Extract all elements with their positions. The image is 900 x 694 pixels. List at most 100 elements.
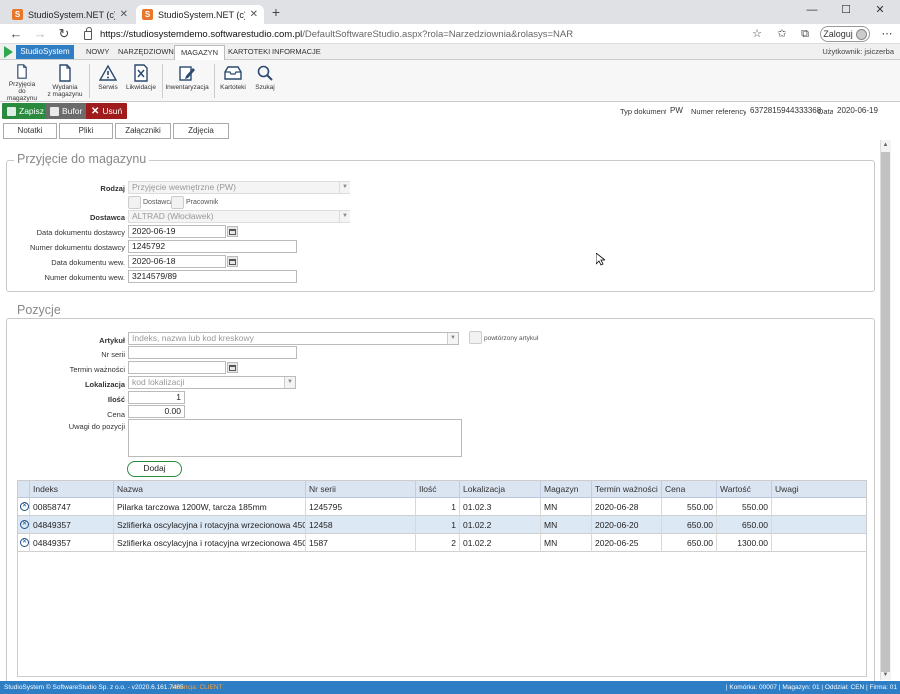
close-tab-icon[interactable]: ✕: [120, 9, 128, 20]
maximize-icon[interactable]: ☐: [830, 2, 862, 18]
remove-row-icon[interactable]: ✕: [20, 538, 29, 547]
ribbon-inwentaryzacja-button[interactable]: Inwentaryzacja: [165, 64, 209, 102]
save-button[interactable]: Zapisz: [2, 103, 50, 119]
minimize-icon[interactable]: —: [796, 2, 828, 18]
lokalizacja-input[interactable]: kod lokalizacji: [128, 376, 296, 389]
col-magazyn[interactable]: Magazyn: [540, 481, 591, 498]
repeat-checkbox[interactable]: [469, 331, 482, 344]
forward-icon[interactable]: →: [32, 26, 48, 42]
brand-button[interactable]: StudioSystem: [16, 45, 74, 59]
mouse-cursor-icon: [596, 253, 605, 266]
table-row[interactable]: ✕ 04849357 Szlifierka oscylacyjna i rota…: [18, 534, 866, 552]
termin-input[interactable]: [128, 361, 226, 374]
document-icon: [17, 64, 27, 79]
remove-row-icon[interactable]: ✕: [20, 520, 29, 529]
url-field[interactable]: https://studiosystemdemo.softwarestudio.…: [84, 26, 744, 42]
nr-wew-input[interactable]: 3214579/89: [128, 270, 297, 283]
cell-ilosc: 1: [415, 498, 459, 516]
menu-tab-nowy[interactable]: NOWY: [80, 45, 115, 60]
browser-tab-1[interactable]: S StudioSystem.NET (c) SoftwareSt ✕: [6, 5, 134, 24]
cell-nr-serii: 1587: [305, 534, 415, 552]
delete-button[interactable]: ✕ Usuń: [86, 103, 128, 119]
chevron-down-icon[interactable]: ▼: [339, 211, 350, 222]
data-wew-label: Data dokumentu wew.: [51, 258, 125, 267]
dostawca-select[interactable]: ALTRAD (Włocławek): [128, 210, 350, 223]
uwagi-textarea[interactable]: [128, 419, 462, 457]
table-row[interactable]: ✕ 04849357 Szlifierka oscylacyjna i rota…: [18, 516, 866, 534]
scroll-up-icon[interactable]: ▲: [881, 141, 890, 150]
table-row[interactable]: ✕ 00858747 Pilarka tarczowa 1200W, tarcz…: [18, 498, 866, 516]
artykul-input[interactable]: Indeks, nazwa lub kod kreskowy: [128, 332, 459, 345]
chevron-down-icon[interactable]: ▼: [447, 333, 458, 344]
collections-icon[interactable]: ⧉: [798, 27, 812, 41]
buffer-button[interactable]: Bufor: [45, 103, 88, 119]
cell-termin: 2020-06-28: [591, 498, 661, 516]
col-termin[interactable]: Termin ważności: [591, 481, 661, 498]
inbox-icon: [224, 66, 242, 80]
refresh-icon[interactable]: ↻: [56, 26, 72, 42]
menu-tab-informacje[interactable]: INFORMACJE: [266, 45, 327, 60]
nr-serii-input[interactable]: [128, 346, 297, 359]
ribbon-kartoteki-button[interactable]: Kartoteki: [219, 64, 247, 102]
cell-nr-serii: 1245795: [305, 498, 415, 516]
scroll-down-icon[interactable]: ▼: [881, 671, 890, 680]
subtab-notatki[interactable]: Notatki: [3, 123, 57, 139]
new-tab-button[interactable]: +: [268, 5, 284, 21]
col-wartosc[interactable]: Wartość: [716, 481, 771, 498]
subtab-pliki[interactable]: Pliki: [59, 123, 113, 139]
data-wew-input[interactable]: 2020-06-18: [128, 255, 226, 268]
login-button[interactable]: Zaloguj: [820, 26, 870, 42]
cell-lokalizacja: 01.02.2: [459, 516, 540, 534]
dostawca-checkbox[interactable]: [128, 196, 141, 209]
col-lokalizacja[interactable]: Lokalizacja: [459, 481, 540, 498]
cell-nazwa: Szlifierka oscylacyjna i rotacyjna wrzec…: [113, 534, 305, 552]
rodzaj-select[interactable]: Przyjęcie wewnętrzne (PW): [128, 181, 350, 194]
calendar-icon[interactable]: [227, 226, 238, 237]
nr-dost-label: Numer dokumentu dostawcy: [29, 243, 125, 252]
ribbon-likwidacje-button[interactable]: Likwidacje: [126, 64, 156, 102]
close-window-icon[interactable]: ✕: [864, 2, 896, 18]
cena-input[interactable]: 0.00: [128, 405, 185, 418]
ribbon-label: Wydania: [52, 84, 78, 91]
ribbon-szukaj-button[interactable]: Szukaj: [252, 64, 278, 102]
menu-tab-magazyn[interactable]: MAGAZYN: [174, 45, 226, 60]
ribbon-serwis-button[interactable]: Serwis: [94, 64, 122, 102]
calendar-icon[interactable]: [227, 362, 238, 373]
favorite-star-icon[interactable]: ☆: [750, 27, 764, 41]
nr-dost-input[interactable]: 1245792: [128, 240, 297, 253]
col-indeks[interactable]: Indeks: [29, 481, 113, 498]
col-nr-serii[interactable]: Nr serii: [305, 481, 415, 498]
ilosc-input[interactable]: 1: [128, 391, 185, 404]
browser-tab-2[interactable]: S StudioSystem.NET (c) SoftwareSt ✕: [136, 5, 264, 24]
tab-title: StudioSystem.NET (c) SoftwareSt: [158, 9, 245, 20]
col-ilosc[interactable]: Ilość: [415, 481, 459, 498]
back-icon[interactable]: ←: [8, 26, 24, 42]
chevron-down-icon[interactable]: ▼: [284, 377, 295, 388]
col-uwagi[interactable]: Uwagi: [771, 481, 866, 498]
col-nazwa[interactable]: Nazwa: [113, 481, 305, 498]
add-position-button[interactable]: Dodaj: [127, 461, 182, 477]
play-icon[interactable]: [4, 46, 13, 58]
ribbon-label: Likwidacje: [126, 84, 156, 91]
more-menu-icon[interactable]: ⋯: [880, 27, 894, 41]
scrollbar-thumb[interactable]: [881, 152, 890, 672]
subtab-zdjecia[interactable]: Zdjęcia: [173, 123, 229, 139]
remove-row-icon[interactable]: ✕: [20, 502, 29, 511]
data-dost-input[interactable]: 2020-06-19: [128, 225, 226, 238]
avatar-icon: [855, 28, 867, 40]
ribbon-label: z magazynu: [47, 91, 83, 98]
buffer-icon: [50, 106, 59, 116]
status-license: Licencja: CLIENT: [172, 684, 223, 691]
favorites-list-icon[interactable]: ✩: [775, 27, 789, 41]
cell-magazyn: MN: [540, 498, 591, 516]
calendar-icon[interactable]: [227, 256, 238, 267]
ribbon-separator: [162, 64, 163, 98]
subtab-zalaczniki[interactable]: Załączniki: [115, 123, 171, 139]
col-cena[interactable]: Cena: [661, 481, 716, 498]
chevron-down-icon[interactable]: ▼: [339, 182, 350, 193]
close-tab-icon[interactable]: ✕: [250, 9, 258, 20]
ribbon-przyjecia-button[interactable]: Przyjęcia do magazynu: [4, 64, 40, 102]
ribbon-wydania-button[interactable]: Wydania z magazynu: [46, 64, 84, 102]
action-bar: Zapisz Bufor ✕ Usuń Typ dokumentu PW Nume…: [0, 102, 900, 120]
pracownik-checkbox[interactable]: [171, 196, 184, 209]
